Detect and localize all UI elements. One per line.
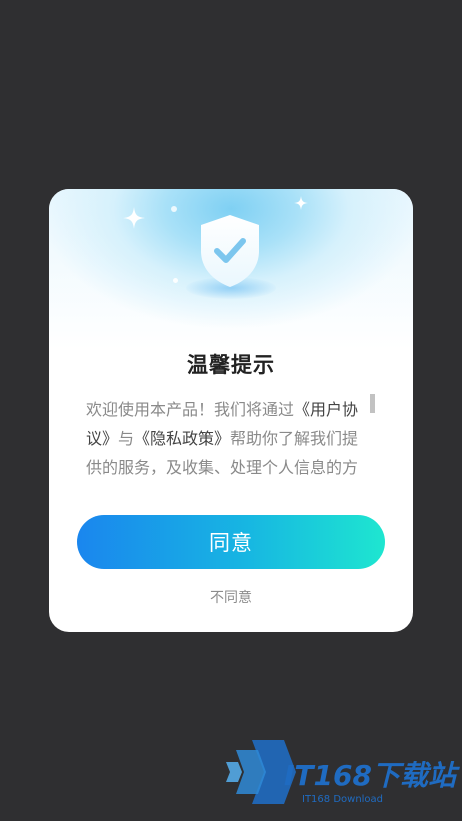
screen-backdrop: 温馨提示 欢迎使用本产品！我们将通过《用户协议》与《隐私政策》帮助你了解我们提供… [0,0,462,821]
privacy-policy-link[interactable]: 《隐私政策》 [134,429,230,448]
dialog-header-illustration [49,189,413,349]
message-text: 欢迎使用本产品！我们将通过 [86,400,295,419]
disagree-button[interactable]: 不同意 [49,587,413,607]
dialog-message: 欢迎使用本产品！我们将通过《用户协议》与《隐私政策》帮助你了解我们提供的服务，及… [86,395,368,487]
sparkle-icon [123,207,145,229]
privacy-dialog: 温馨提示 欢迎使用本产品！我们将通过《用户协议》与《隐私政策》帮助你了解我们提供… [49,189,413,632]
shield-check-icon [201,215,259,287]
watermark-title: IT168下载站 [284,759,456,792]
message-scrollbar[interactable] [370,394,375,413]
message-text: 与 [118,429,135,448]
watermark-subtitle: IT168 Download [302,794,384,805]
sparkle-dot [171,206,177,212]
watermark: IT168下载站 IT168 Download [222,736,456,812]
dialog-title: 温馨提示 [187,353,275,377]
sparkle-icon [294,196,308,210]
agree-button[interactable]: 同意 [77,515,385,569]
sparkle-dot [173,278,178,283]
